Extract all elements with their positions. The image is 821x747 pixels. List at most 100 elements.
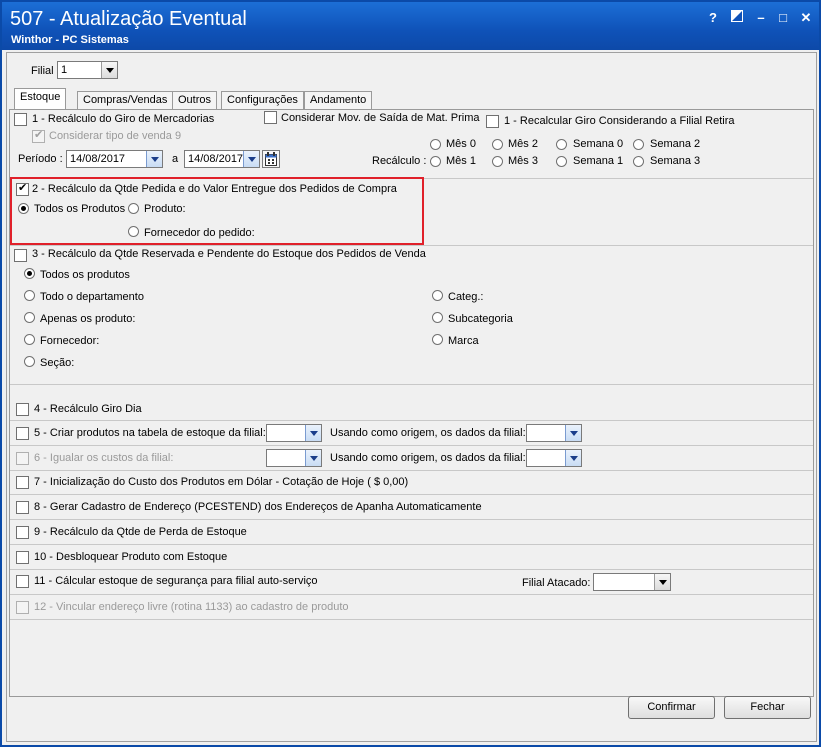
chevron-down-icon [654,574,670,590]
radio-mes3[interactable] [492,156,503,167]
chevron-down-icon [243,151,259,167]
opt7-checkbox[interactable] [16,476,29,489]
radio-semana0-label: Semana 0 [573,138,624,150]
opt6-origin-label: Usando como origem, os dados da filial: [330,452,526,464]
radio-todos-os-produtos-label: Todos os produtos [40,269,130,281]
date-from-picker[interactable]: 14/08/2017 [66,150,163,168]
opt12-checkbox[interactable] [16,601,29,614]
opt7-label: 7 - Inicialização do Custo dos Produtos … [34,476,409,488]
radio-apenas-produto[interactable] [24,312,35,323]
opt12-label: 12 - Vincular endereço livre (rotina 113… [34,601,349,613]
theme-icon[interactable] [728,10,746,26]
radio-mes1[interactable] [430,156,441,167]
opt9-checkbox[interactable] [16,526,29,539]
radio-mes0[interactable] [430,139,441,150]
opt6-origin-select[interactable] [526,449,582,467]
radio-departamento[interactable] [24,290,35,301]
tab-compras-vendas[interactable]: Compras/Vendas [77,91,174,109]
radio-secao-label: Seção: [40,357,75,369]
recalculo-label: Recálculo : [372,155,427,167]
radio-mes2[interactable] [492,139,503,150]
radio-secao[interactable] [24,356,35,367]
opt4-checkbox[interactable] [16,403,29,416]
chevron-down-icon [101,62,117,78]
opt9-label: 9 - Recálculo da Qtde de Perda de Estoqu… [34,526,247,538]
minimize-button[interactable]: – [752,10,770,26]
divider [10,470,813,471]
chevron-down-icon [565,450,581,466]
radio-todos-os-produtos[interactable] [24,268,35,279]
divider [10,569,813,570]
radio-semana2[interactable] [633,139,644,150]
window-title: 507 - Atualização Eventual [10,8,247,30]
opt3-label: 3 - Recálculo da Qtde Reservada e Penden… [32,248,426,260]
fechar-button[interactable]: Fechar [724,696,811,719]
filial-atacado-label: Filial Atacado: [522,577,591,589]
date-to-picker[interactable]: 14/08/2017 [184,150,260,168]
radio-semana1-label: Semana 1 [573,155,624,167]
title-bar: 507 - Atualização Eventual Winthor - PC … [2,2,819,50]
main-window: 507 - Atualização Eventual Winthor - PC … [0,0,821,747]
maximize-button[interactable]: □ [774,10,792,26]
consider-venda9-label: Considerar tipo de venda 9 [49,130,182,142]
radio-fornecedor-label: Fornecedor: [40,335,100,347]
radio-subcategoria[interactable] [432,312,443,323]
highlight-box [10,177,424,245]
radio-departamento-label: Todo o departamento [40,291,144,303]
radio-marca[interactable] [432,334,443,345]
divider [10,594,813,595]
radio-mes0-label: Mês 0 [446,138,476,150]
opt8-checkbox[interactable] [16,501,29,514]
calendar-icon[interactable] [262,150,280,168]
tab-configuracoes[interactable]: Configurações [221,91,304,109]
periodo-label: Período : [18,153,63,165]
radio-marca-label: Marca [448,335,479,347]
radio-categ-label: Categ.: [448,291,484,303]
radio-semana0[interactable] [556,139,567,150]
divider [10,384,813,385]
form-area: Filial 1 Estoque Compras/Vendas Outros C… [6,52,817,742]
opt5-checkbox[interactable] [16,427,29,440]
tab-panel-estoque: 1 - Recálculo do Giro de Mercadorias Con… [9,109,814,697]
tab-outros[interactable]: Outros [172,91,218,109]
opt6-label: 6 - Igualar os custos da filial: [34,452,174,464]
radio-apenas-produto-label: Apenas os produto: [40,313,136,325]
opt6-filial-select[interactable] [266,449,322,467]
radio-mes3-label: Mês 3 [508,155,538,167]
opt5-origin-select[interactable] [526,424,582,442]
opt6-checkbox[interactable] [16,452,29,465]
radio-fornecedor[interactable] [24,334,35,345]
consider-mov-label: Considerar Mov. de Saída de Mat. Prima [281,112,480,124]
opt1-checkbox[interactable] [14,113,27,126]
help-button[interactable]: ? [704,10,722,26]
opt5-filial-select[interactable] [266,424,322,442]
filial-label: Filial [31,65,54,77]
divider [10,619,813,620]
radio-categ[interactable] [432,290,443,301]
recalc-giro-checkbox[interactable] [486,115,499,128]
divider [10,519,813,520]
radio-subcategoria-label: Subcategoria [448,313,513,325]
radio-semana1[interactable] [556,156,567,167]
consider-mov-checkbox[interactable] [264,111,277,124]
tab-estoque[interactable]: Estoque [14,88,67,109]
chevron-down-icon [565,425,581,441]
tab-andamento[interactable]: Andamento [304,91,373,109]
radio-semana3[interactable] [633,156,644,167]
divider [10,420,813,421]
filial-select[interactable]: 1 [57,61,118,79]
opt11-checkbox[interactable] [16,575,29,588]
date-from-value: 14/08/2017 [70,153,126,165]
opt10-checkbox[interactable] [16,551,29,564]
close-button[interactable]: ✕ [797,10,815,26]
radio-semana3-label: Semana 3 [650,155,701,167]
recalc-giro-label: 1 - Recalcular Giro Considerando a Filia… [504,115,735,127]
opt3-checkbox[interactable] [14,249,27,262]
opt11-label: 11 - Cálcular estoque de segurança para … [34,575,318,587]
consider-venda9-checkbox[interactable] [32,128,45,143]
chevron-down-icon [305,425,321,441]
confirmar-button[interactable]: Confirmar [628,696,715,719]
filial-atacado-select[interactable] [593,573,671,591]
chevron-down-icon [305,450,321,466]
divider [10,544,813,545]
